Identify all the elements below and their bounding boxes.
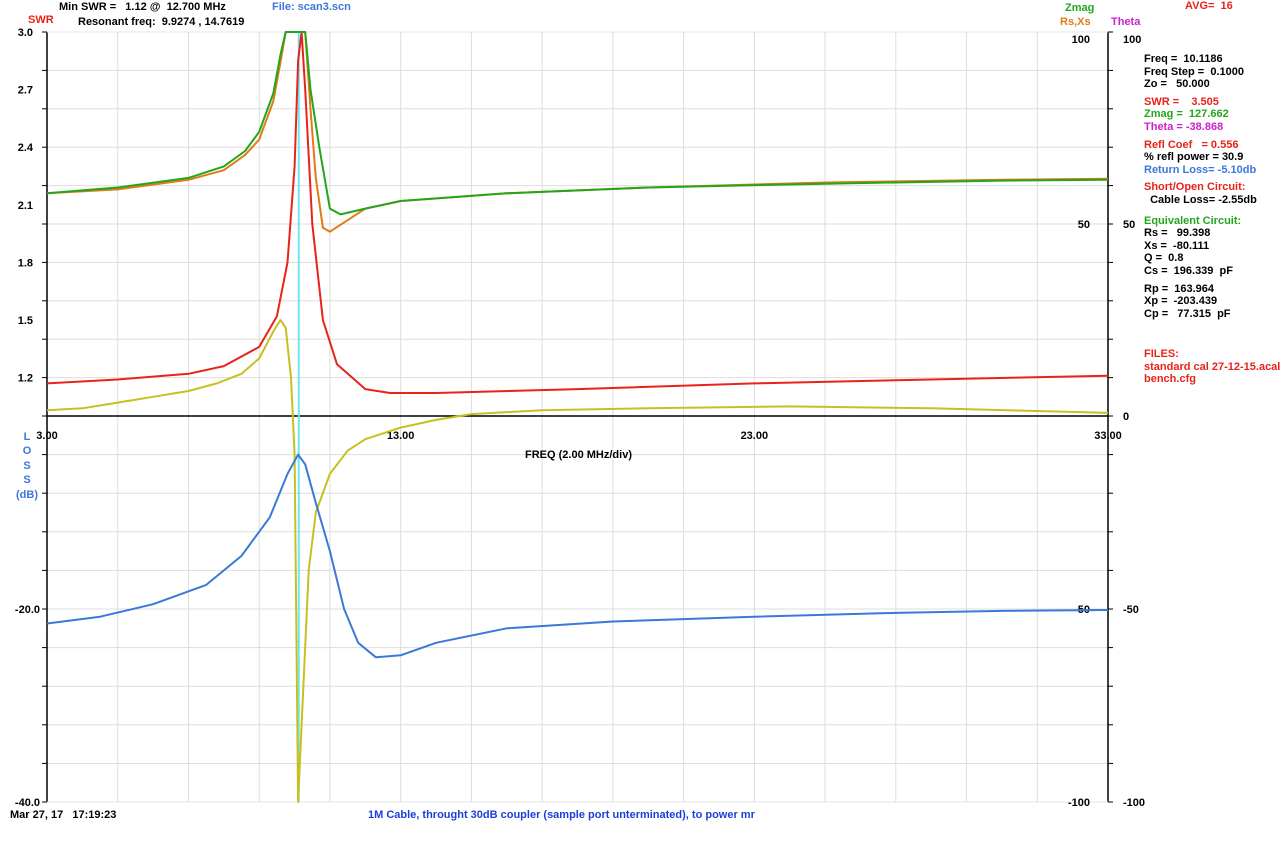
swr-tick-label: 2.4 — [18, 142, 34, 154]
loss-axis-label: L O S S (dB) — [14, 430, 40, 502]
freq-step-readout: Freq Step = 0.1000 — [1144, 65, 1244, 78]
cable-loss-readout: Cable Loss= -2.55db — [1144, 193, 1257, 206]
zmag-legend: Zmag — [1065, 2, 1095, 14]
swr-axis-label: SWR — [28, 14, 54, 26]
rs-readout: Rs = 99.398 — [1144, 227, 1211, 240]
theta-readout: Theta = -38.868 — [1144, 120, 1224, 133]
freq-readout: Freq = 10.1186 — [1144, 53, 1223, 65]
scan-note: 1M Cable, throught 30dB coupler (sample … — [368, 809, 755, 821]
theta-tick-label: 0 — [1123, 411, 1129, 423]
right-outer-tick-label: -50 — [1123, 604, 1139, 616]
file-cfg: bench.cfg — [1144, 373, 1196, 386]
min-swr-readout: Min SWR = 1.12 @ 12.700 MHz — [59, 1, 226, 13]
file-cal: standard cal 27-12-15.acal — [1144, 360, 1280, 373]
loss-label-s1: S — [23, 459, 31, 472]
cs-readout: Cs = 196.339 pF — [1144, 264, 1233, 277]
refl-coef-readout: Refl Coef = 0.556 — [1144, 138, 1239, 151]
theta-tick-label: 100 — [1123, 34, 1141, 46]
cp-readout: Cp = 77.315 pF — [1144, 307, 1231, 320]
freq-tick-label: 23.00 — [741, 430, 769, 442]
xp-readout: Xp = -203.439 — [1144, 295, 1218, 308]
q-readout: Q = 0.8 — [1144, 252, 1184, 265]
file-name: File: scan3.scn — [272, 1, 351, 13]
top-rs-line — [46, 31, 1109, 233]
swr-tick-label: 1.2 — [18, 373, 33, 385]
swr-tick-label: 3.0 — [18, 27, 33, 39]
files-heading: FILES: — [1144, 348, 1179, 361]
zmag-tick-label: 100 — [1072, 34, 1090, 46]
readout-panel: Freq = 10.1186 Freq Step = 0.1000 Zo = 5… — [1144, 53, 1280, 386]
zo-readout: Zo = 50.000 — [1144, 78, 1210, 91]
swr-tick-label: 1.8 — [18, 257, 33, 269]
swr-tick-label: 1.5 — [18, 315, 33, 327]
bottom-loss-line — [46, 453, 1109, 659]
theta-legend: Theta — [1111, 16, 1141, 28]
right-inner-tick-label: -100 — [1068, 797, 1090, 809]
loss-label-o: O — [22, 445, 32, 458]
xs-line — [46, 319, 1109, 803]
equiv-circuit-heading: Equivalent Circuit: — [1144, 214, 1242, 227]
refl-power-readout: % refl power = 30.9 — [1144, 151, 1244, 164]
scan-datetime: Mar 27, 17 17:19:23 — [10, 809, 117, 821]
right-outer-tick-label: -100 — [1123, 797, 1145, 809]
avg-readout: AVG= 16 — [1185, 0, 1233, 12]
top-zmag-line — [46, 31, 1109, 216]
resonant-freq-readout: Resonant freq: 9.9274 , 14.7619 — [78, 16, 245, 28]
chart-canvas: 3.0 2.7 2.4 2.1 1.8 1.5 1.2 100 50 100 50 0 -20.0 -40… — [15, 27, 1145, 809]
loss-label-s2: S — [23, 474, 31, 487]
loss-tick-label: -40.0 — [15, 797, 40, 809]
theta-tick-label: 50 — [1123, 219, 1135, 231]
loss-label-db: (dB) — [16, 488, 38, 501]
zmag-tick-label: 50 — [1078, 219, 1090, 231]
rp-readout: Rp = 163.964 — [1144, 282, 1215, 295]
swr-tick-label: 2.1 — [18, 200, 33, 212]
loss-tick-label: -20.0 — [15, 604, 40, 616]
rsxs-legend: Rs,Xs — [1060, 16, 1091, 28]
zmag-readout: Zmag = 127.662 — [1144, 108, 1229, 121]
freq-axis-label: FREQ (2.00 MHz/div) — [525, 449, 632, 461]
xs-readout: Xs = -80.111 — [1144, 239, 1210, 252]
short-open-heading: Short/Open Circuit: — [1144, 181, 1246, 194]
swr-tick-label: 2.7 — [18, 85, 33, 97]
swr-readout: SWR = 3.505 — [1144, 95, 1219, 108]
loss-label-l: L — [23, 431, 31, 443]
return-loss-readout: Return Loss= -5.10db — [1144, 163, 1257, 176]
freq-tick-label: 33.00 — [1094, 430, 1122, 442]
